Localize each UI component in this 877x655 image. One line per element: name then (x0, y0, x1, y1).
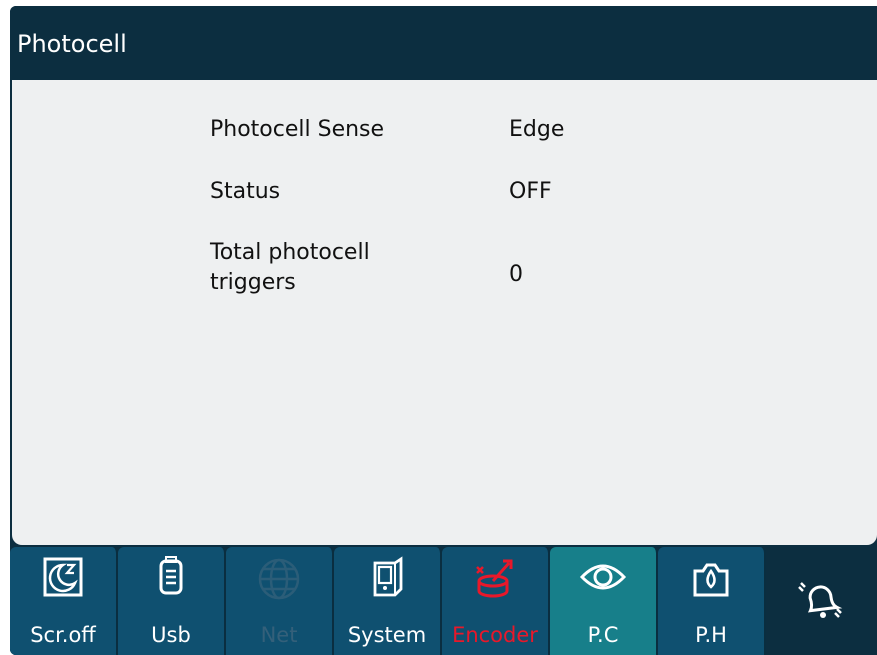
page-title: Photocell (17, 30, 127, 58)
printhead-drop-icon (658, 555, 764, 607)
printhead-button[interactable]: P.H (658, 547, 766, 655)
alarm-button[interactable] (766, 547, 877, 655)
printhead-label: P.H (695, 623, 727, 647)
system-button[interactable]: System (334, 547, 442, 655)
encoder-icon (442, 555, 548, 607)
bell-ringing-icon (766, 573, 872, 625)
total-triggers-value: 0 (509, 262, 523, 287)
screen-off-icon (10, 555, 116, 607)
photocell-sense-value[interactable]: Edge (509, 115, 564, 145)
usb-button[interactable]: Usb (118, 547, 226, 655)
photocell-panel: Photocell Sense Edge Status OFF Total ph… (12, 80, 877, 545)
photocell-tab-label: P.C (587, 623, 619, 647)
usb-label: Usb (151, 623, 191, 647)
eye-icon (550, 555, 656, 607)
encoder-label: Encoder (452, 623, 538, 647)
net-button[interactable]: Net (226, 547, 334, 655)
encoder-button[interactable]: Encoder (442, 547, 550, 655)
total-triggers-label: Total photocell triggers (210, 240, 370, 295)
title-bar: Photocell (10, 6, 877, 80)
screen-off-label: Scr.off (30, 623, 96, 647)
status-label: Status (210, 179, 281, 204)
screen-off-button[interactable]: Scr.off (10, 547, 118, 655)
bottom-toolbar: Scr.off Usb Net System Encoder P.C P.H (10, 547, 877, 655)
globe-icon (226, 555, 332, 607)
photocell-tab-button[interactable]: P.C (550, 547, 658, 655)
system-icon (334, 555, 440, 607)
status-value: OFF (509, 179, 552, 204)
net-label: Net (260, 623, 298, 647)
system-label: System (347, 623, 427, 647)
device-screen: Photocell Photocell Sense Edge Status OF… (10, 6, 877, 655)
usb-icon (118, 555, 224, 607)
photocell-sense-label: Photocell Sense (210, 117, 385, 142)
